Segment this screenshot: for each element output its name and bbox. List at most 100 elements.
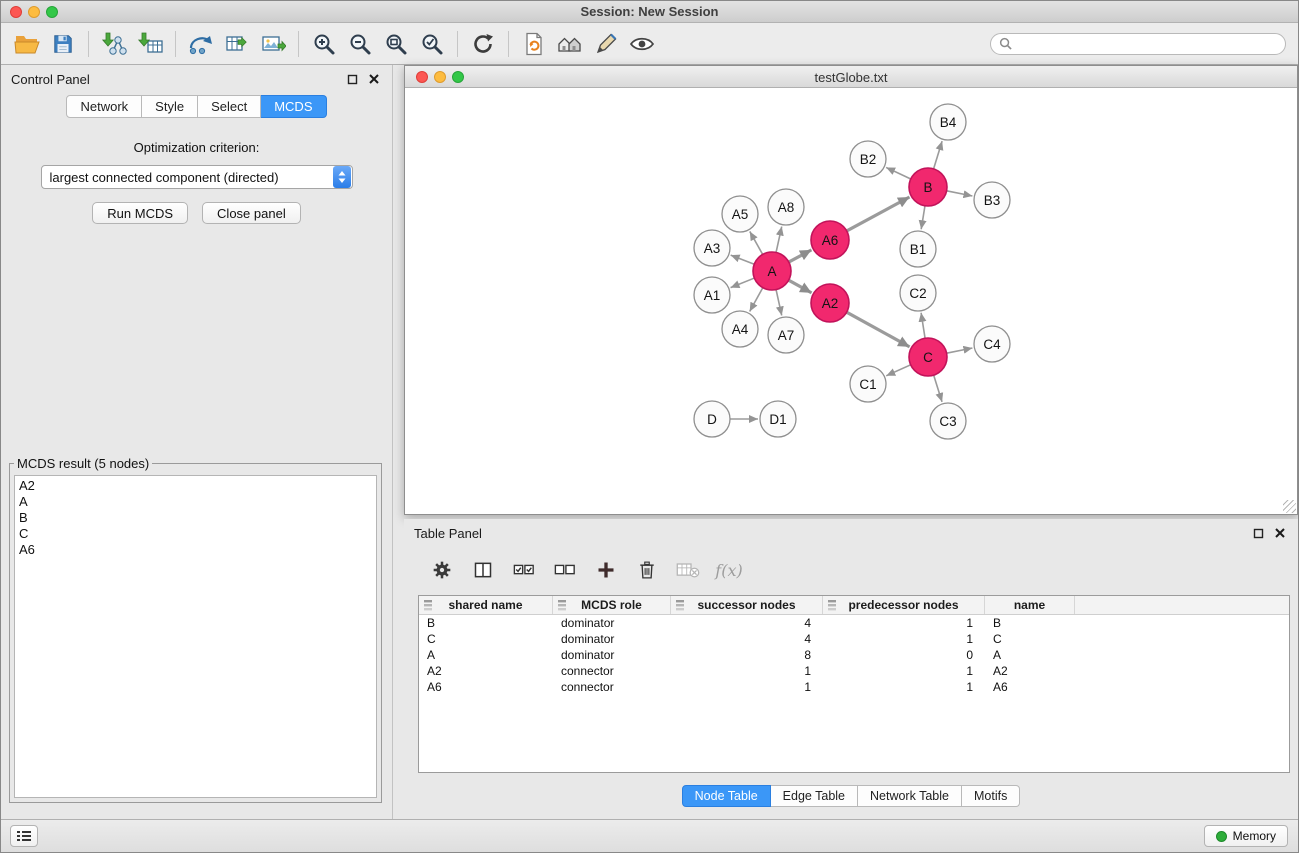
- memory-button[interactable]: Memory: [1204, 825, 1288, 847]
- mcds-result-item[interactable]: A6: [19, 542, 372, 558]
- delete-table-button[interactable]: [676, 558, 700, 582]
- mcds-result-item[interactable]: C: [19, 526, 372, 542]
- run-mcds-button[interactable]: Run MCDS: [92, 202, 188, 224]
- cell-name[interactable]: B: [985, 616, 1075, 630]
- cell-successor-nodes[interactable]: 1: [671, 680, 823, 694]
- graph-edge-B-B3[interactable]: [947, 191, 973, 196]
- column-header-successor-nodes[interactable]: successor nodes: [671, 596, 823, 614]
- tab-node-table[interactable]: Node Table: [682, 785, 771, 807]
- zoom-in-button[interactable]: [306, 27, 342, 61]
- cell-name[interactable]: A: [985, 648, 1075, 662]
- open-session-button[interactable]: [516, 27, 552, 61]
- cell-name[interactable]: A6: [985, 680, 1075, 694]
- window-resize-grip[interactable]: [1283, 500, 1296, 513]
- deselect-all-button[interactable]: [553, 558, 577, 582]
- float-table-panel-button[interactable]: [1250, 525, 1266, 541]
- close-panel-button-action[interactable]: Close panel: [202, 202, 301, 224]
- graph-edge-A-A8[interactable]: [776, 227, 782, 253]
- optimization-criterion-select[interactable]: largest connected component (directed): [41, 165, 353, 189]
- graph-edge-A-A5[interactable]: [750, 231, 763, 254]
- graph-edge-A-A2[interactable]: [789, 280, 812, 293]
- search-field[interactable]: [990, 33, 1286, 55]
- table-row[interactable]: C dominator 4 1 C: [419, 631, 1289, 647]
- cell-mcds-role[interactable]: connector: [553, 664, 671, 678]
- graph-edge-C-C1[interactable]: [886, 365, 910, 376]
- cell-shared-name[interactable]: B: [419, 616, 553, 630]
- export-network-button[interactable]: [183, 27, 219, 61]
- cell-shared-name[interactable]: C: [419, 632, 553, 646]
- show-panels-button[interactable]: [10, 825, 38, 847]
- mcds-result-list[interactable]: A2 A B C A6: [14, 475, 377, 798]
- network-window-titlebar[interactable]: testGlobe.txt: [405, 66, 1297, 88]
- cell-mcds-role[interactable]: connector: [553, 680, 671, 694]
- table-row[interactable]: A6 connector 1 1 A6: [419, 679, 1289, 695]
- zoom-out-button[interactable]: [342, 27, 378, 61]
- cell-mcds-role[interactable]: dominator: [553, 632, 671, 646]
- graph-edge-C-C2[interactable]: [921, 313, 925, 338]
- column-header-name[interactable]: name: [985, 596, 1075, 614]
- tab-mcds[interactable]: MCDS: [261, 95, 326, 118]
- cell-mcds-role[interactable]: dominator: [553, 648, 671, 662]
- style-button[interactable]: [588, 27, 624, 61]
- cell-successor-nodes[interactable]: 1: [671, 664, 823, 678]
- show-hide-button[interactable]: [624, 27, 660, 61]
- add-column-button[interactable]: [594, 558, 618, 582]
- import-table-button[interactable]: [132, 27, 168, 61]
- cell-predecessor-nodes[interactable]: 1: [823, 616, 985, 630]
- table-settings-button[interactable]: [430, 558, 454, 582]
- close-panel-button[interactable]: [366, 71, 382, 87]
- cell-mcds-role[interactable]: dominator: [553, 616, 671, 630]
- delete-column-button[interactable]: [635, 558, 659, 582]
- tab-edge-table[interactable]: Edge Table: [771, 785, 858, 807]
- graph-edge-A-A4[interactable]: [750, 288, 763, 312]
- cell-successor-nodes[interactable]: 4: [671, 616, 823, 630]
- zoom-selected-button[interactable]: [414, 27, 450, 61]
- import-network-button[interactable]: [96, 27, 132, 61]
- cell-name[interactable]: C: [985, 632, 1075, 646]
- mcds-result-item[interactable]: A: [19, 494, 372, 510]
- graph-edge-C-C4[interactable]: [947, 348, 973, 353]
- export-table-button[interactable]: [219, 27, 255, 61]
- column-header-shared-name[interactable]: shared name: [419, 596, 553, 614]
- cell-shared-name[interactable]: A2: [419, 664, 553, 678]
- graph-edge-B-B4[interactable]: [934, 141, 943, 169]
- function-builder-button[interactable]: f(x): [717, 558, 741, 582]
- table-row[interactable]: B dominator 4 1 B: [419, 615, 1289, 631]
- export-image-button[interactable]: [255, 27, 291, 61]
- network-canvas[interactable]: B4B2BB3A8A5A6A3B1AC2A1A2A4A7C4CC1C3DD1: [405, 88, 1297, 514]
- cell-predecessor-nodes[interactable]: 1: [823, 680, 985, 694]
- zoom-fit-button[interactable]: [378, 27, 414, 61]
- graph-edge-C-C3[interactable]: [934, 375, 942, 402]
- float-panel-button[interactable]: [344, 71, 360, 87]
- cell-name[interactable]: A2: [985, 664, 1075, 678]
- home-button[interactable]: [552, 27, 588, 61]
- table-row[interactable]: A2 connector 1 1 A2: [419, 663, 1289, 679]
- graph-edge-A-A7[interactable]: [776, 290, 782, 316]
- mcds-result-item[interactable]: A2: [19, 478, 372, 494]
- mcds-result-item[interactable]: B: [19, 510, 372, 526]
- graph-edge-B-B2[interactable]: [886, 167, 911, 179]
- column-header-mcds-role[interactable]: MCDS role: [553, 596, 671, 614]
- select-all-button[interactable]: [512, 558, 536, 582]
- cell-successor-nodes[interactable]: 8: [671, 648, 823, 662]
- graph-edge-A2-C[interactable]: [847, 312, 910, 347]
- graph-edge-A-A6[interactable]: [789, 250, 812, 262]
- column-header-predecessor-nodes[interactable]: predecessor nodes: [823, 596, 985, 614]
- refresh-button[interactable]: [465, 27, 501, 61]
- tab-select[interactable]: Select: [198, 95, 261, 118]
- cell-shared-name[interactable]: A6: [419, 680, 553, 694]
- graph-edge-A-A1[interactable]: [731, 278, 755, 288]
- close-table-panel-button[interactable]: [1272, 525, 1288, 541]
- search-input[interactable]: [1017, 37, 1277, 51]
- tab-network[interactable]: Network: [66, 95, 142, 118]
- cell-shared-name[interactable]: A: [419, 648, 553, 662]
- cell-predecessor-nodes[interactable]: 0: [823, 648, 985, 662]
- table-row[interactable]: A dominator 8 0 A: [419, 647, 1289, 663]
- graph-edge-A6-B[interactable]: [847, 197, 910, 231]
- tab-motifs[interactable]: Motifs: [962, 785, 1020, 807]
- network-graph[interactable]: B4B2BB3A8A5A6A3B1AC2A1A2A4A7C4CC1C3DD1: [405, 88, 1297, 514]
- cell-successor-nodes[interactable]: 4: [671, 632, 823, 646]
- split-column-button[interactable]: [471, 558, 495, 582]
- tab-network-table[interactable]: Network Table: [858, 785, 962, 807]
- cell-predecessor-nodes[interactable]: 1: [823, 632, 985, 646]
